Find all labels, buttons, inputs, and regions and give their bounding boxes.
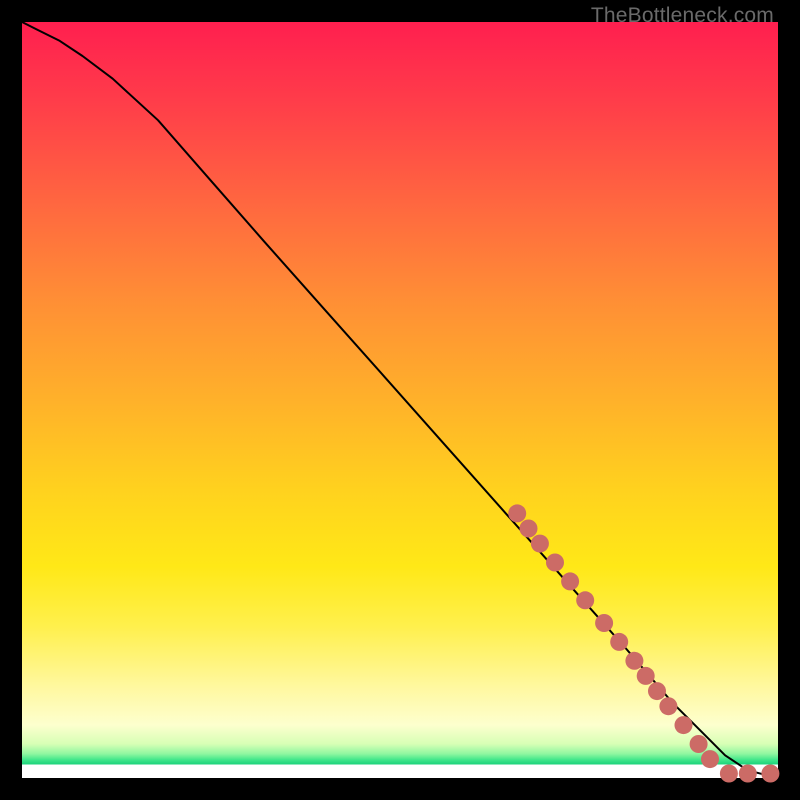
data-point [508, 504, 526, 522]
chart-svg [22, 22, 778, 778]
data-point [520, 520, 538, 538]
data-point [576, 591, 594, 609]
data-point [701, 750, 719, 768]
bottleneck-curve [22, 22, 778, 774]
data-point [546, 554, 564, 572]
data-point [720, 765, 738, 783]
data-point [531, 535, 549, 553]
plot-area [22, 22, 778, 778]
chart-stage: TheBottleneck.com [0, 0, 800, 800]
data-point [595, 614, 613, 632]
data-point [561, 572, 579, 590]
data-point [610, 633, 628, 651]
data-point [761, 765, 779, 783]
data-points-group [508, 504, 779, 782]
data-point [690, 735, 708, 753]
data-point [659, 697, 677, 715]
data-point [739, 765, 757, 783]
data-point [648, 682, 666, 700]
data-point [675, 716, 693, 734]
data-point [625, 652, 643, 670]
data-point [637, 667, 655, 685]
